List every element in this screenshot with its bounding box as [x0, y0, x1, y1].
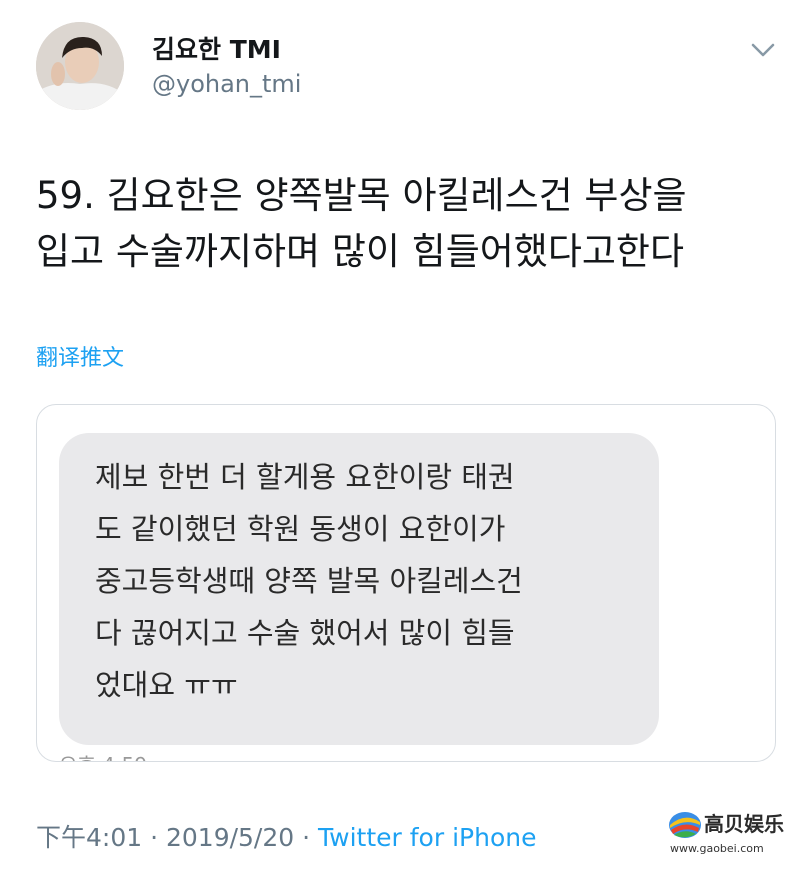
watermark-url: www.gaobei.com: [670, 842, 764, 855]
message-line: 었대요 ㅠㅠ: [95, 668, 238, 702]
avatar[interactable]: [36, 22, 124, 110]
meta-separator: ·: [142, 823, 166, 852]
message-text: 제보 한번 더 할게용 요한이랑 태권 도 같이했던 학원 동생이 요한이가 중…: [95, 451, 523, 711]
message-line: 도 같이했던 학원 동생이 요한이가: [95, 512, 506, 546]
tweet-meta: 下午4:01 · 2019/5/20 · Twitter for iPhone: [36, 818, 536, 854]
user-handle[interactable]: @yohan_tmi: [152, 70, 301, 98]
meta-separator: ·: [294, 823, 319, 852]
message-bubble: 제보 한번 더 할게용 요한이랑 태권 도 같이했던 학원 동생이 요한이가 중…: [59, 433, 659, 745]
media-card[interactable]: 제보 한번 더 할게용 요한이랑 태권 도 같이했던 학원 동생이 요한이가 중…: [36, 404, 776, 762]
tweet-text-line: 입고 수술까지하며 많이 힘들어했다고한다: [36, 230, 685, 273]
message-line: 제보 한번 더 할게용 요한이랑 태권: [95, 460, 515, 494]
watermark-logo-icon: [669, 812, 701, 838]
display-name[interactable]: 김요한 TMI: [152, 30, 281, 66]
message-line: 중고등학생때 양쪽 발목 아킬레스건: [95, 564, 523, 598]
watermark: 高贝娱乐 www.gaobei.com: [668, 806, 792, 858]
message-timestamp: 오후 4:59: [59, 749, 147, 761]
tweet-source-link[interactable]: Twitter for iPhone: [318, 823, 536, 852]
tweet-time: 下午4:01: [36, 823, 143, 852]
translate-tweet-link[interactable]: 翻译推文: [36, 340, 124, 372]
tweet-text: 59. 김요한은 양쪽발목 아킬레스건 부상을 입고 수술까지하며 많이 힘들어…: [36, 168, 776, 280]
chevron-down-icon[interactable]: [748, 38, 778, 62]
watermark-brand: 高贝娱乐: [704, 812, 784, 836]
message-line: 다 끊어지고 수술 했어서 많이 힘들: [95, 616, 515, 650]
tweet-text-line: 59. 김요한은 양쪽발목 아킬레스건 부상을: [36, 174, 687, 217]
tweet-date: 2019/5/20: [165, 823, 295, 852]
